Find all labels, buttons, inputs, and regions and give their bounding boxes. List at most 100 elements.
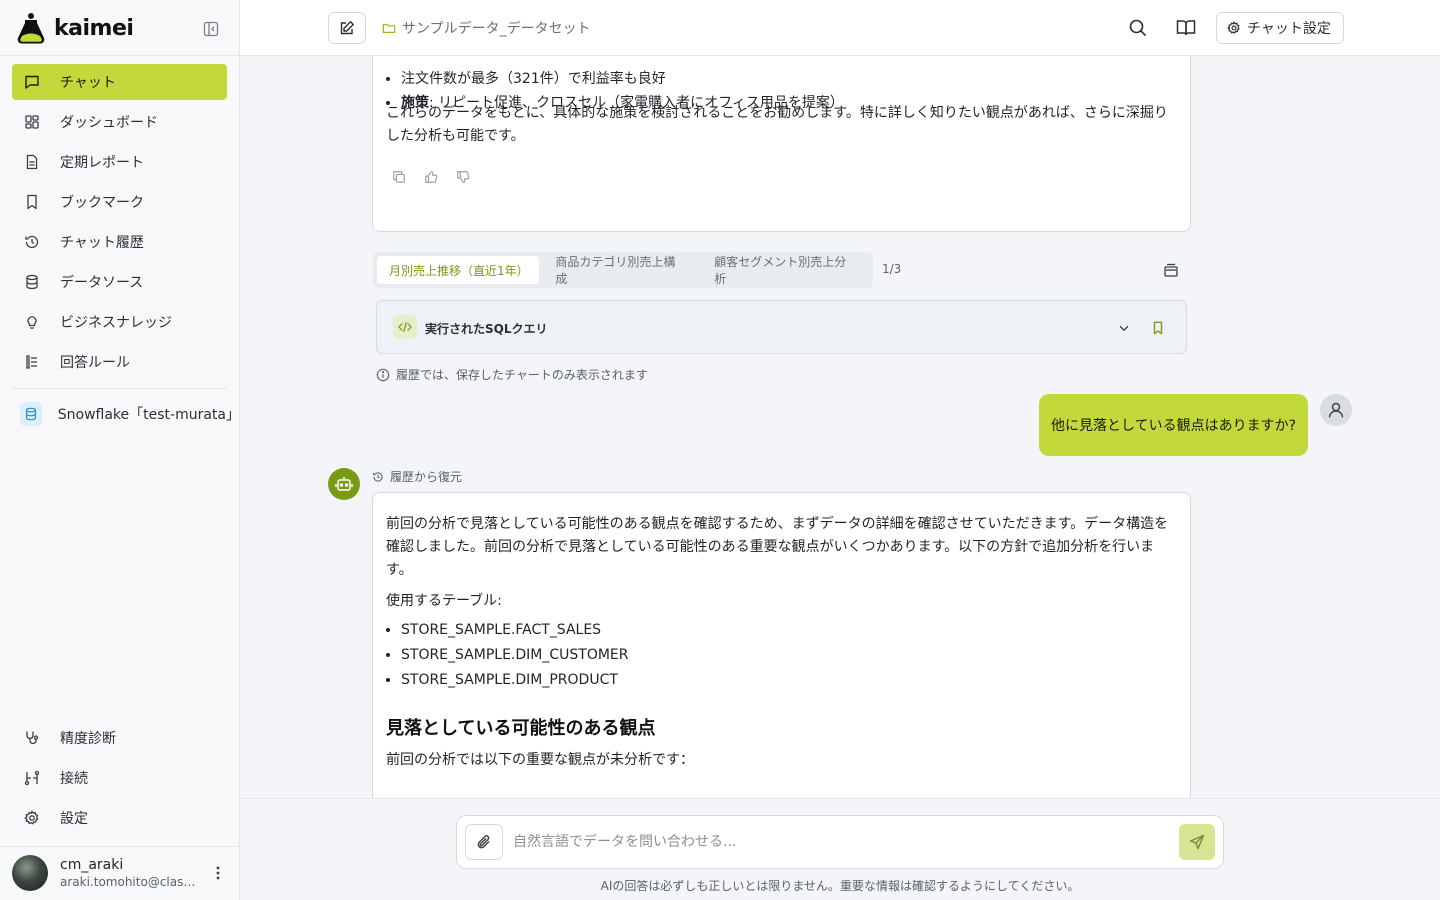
- user-message: 他に見落としている観点はありますか?: [1039, 394, 1308, 456]
- history-icon: [372, 471, 384, 483]
- thumbs-down-button[interactable]: [455, 169, 471, 185]
- sidebar-item-knowledge[interactable]: ビジネスナレッジ: [12, 304, 227, 340]
- restored-label: 履歴から復元: [372, 468, 462, 485]
- more-vertical-icon: [216, 866, 220, 880]
- tab-page-count: 1/3: [882, 262, 902, 276]
- sidebar-nav: チャット ダッシュボード 定期レポート ブックマーク チャット履歴 データソース…: [12, 64, 227, 384]
- new-chat-button[interactable]: [328, 12, 366, 44]
- user-menu-button[interactable]: [210, 863, 226, 883]
- snowflake-database-icon: [20, 402, 42, 426]
- sidebar-item-datasources[interactable]: データソース: [12, 264, 227, 300]
- chat-icon: [24, 74, 40, 90]
- bookmark-sql-button[interactable]: [1149, 319, 1167, 337]
- sql-panel-label: 実行されたSQLクエリ: [425, 322, 548, 336]
- chat-area[interactable]: 注文件数が最多（321件）で利益率も良好 施策: リピート促進、クロスセル（家電…: [240, 56, 1440, 798]
- database-icon: [24, 274, 40, 290]
- expand-sql-button[interactable]: [1115, 319, 1133, 337]
- sidebar-item-label: ビジネスナレッジ: [60, 315, 172, 331]
- sidebar-item-label: 定期レポート: [60, 155, 144, 171]
- user-profile[interactable]: cm_araki araki.tomohito@classmethod.jp: [12, 855, 232, 891]
- sidebar-item-dashboard[interactable]: ダッシュボード: [12, 104, 227, 140]
- sidebar-item-rules[interactable]: 回答ルール: [12, 344, 227, 380]
- sidebar: kaimei チャット ダッシュボード 定期レポート ブックマーク チャット履歴: [0, 0, 240, 900]
- paperclip-icon: [477, 835, 490, 849]
- table-list: STORE_SAMPLE.FACT_SALES STORE_SAMPLE.DIM…: [401, 618, 629, 693]
- sidebar-item-bookmarks[interactable]: ブックマーク: [12, 184, 227, 220]
- chevron-down-icon: [1119, 325, 1129, 332]
- bot-avatar-icon: [328, 468, 360, 500]
- sidebar-item-label: チャット: [60, 75, 116, 91]
- info-icon: [376, 368, 390, 382]
- sidebar-item-label: 精度診断: [60, 731, 116, 747]
- archive-icon: [1164, 263, 1178, 277]
- sidebar-item-label: ブックマーク: [60, 195, 144, 211]
- ai-disclaimer: AIの回答は必ずしも正しいとは限りません。重要な情報は確認するようにしてください…: [600, 879, 1080, 893]
- bookmark-icon: [1153, 321, 1163, 335]
- composer-area: AIの回答は必ずしも正しいとは限りません。重要な情報は確認するようにしてください…: [240, 798, 1440, 900]
- message-actions: [391, 169, 487, 185]
- datasource-snowflake[interactable]: Snowflake「test-murata」: [12, 396, 240, 432]
- history-icon: [24, 234, 40, 250]
- sidebar-item-label: ダッシュボード: [60, 115, 158, 131]
- chart-tabs: 月別売上推移（直近1年） 商品カテゴリ別売上構成 顧客セグメント別売上分析: [373, 252, 873, 288]
- gear-icon: [24, 810, 40, 826]
- user-email: araki.tomohito@classmethod.jp: [60, 875, 200, 889]
- chat-input[interactable]: [513, 828, 1163, 856]
- sidebar-item-label: チャット履歴: [60, 235, 144, 251]
- tab-category-sales[interactable]: 商品カテゴリ別売上構成: [543, 255, 698, 286]
- sidebar-item-history[interactable]: チャット履歴: [12, 224, 227, 260]
- sidebar-item-settings[interactable]: 設定: [12, 800, 227, 836]
- sidebar-item-label: 回答ルール: [60, 355, 130, 371]
- chat-settings-button[interactable]: チャット設定: [1216, 12, 1344, 44]
- history-note-text: 履歴では、保存したチャートのみ表示されます: [396, 368, 648, 382]
- restored-text: 履歴から復元: [390, 470, 463, 484]
- search-icon: [1129, 19, 1147, 37]
- avatar: [12, 855, 48, 891]
- sidebar-item-reports[interactable]: 定期レポート: [12, 144, 227, 180]
- thumbs-up-button[interactable]: [423, 169, 439, 185]
- message-heading: 見落としている可能性のある観点: [386, 718, 656, 739]
- message-paragraph: 使用するテーブル:: [386, 593, 502, 609]
- rules-icon: [24, 354, 40, 370]
- edit-icon: [340, 21, 354, 35]
- assistant-message-card: 注文件数が最多（321件）で利益率も良好 施策: リピート促進、クロスセル（家電…: [372, 56, 1191, 232]
- collapse-sidebar-button[interactable]: [200, 18, 222, 40]
- delete-chart-button[interactable]: [1162, 261, 1180, 279]
- list-item: STORE_SAMPLE.DIM_PRODUCT: [401, 668, 629, 693]
- gear-icon: [1227, 21, 1241, 35]
- sidebar-divider: [12, 388, 227, 389]
- sql-query-panel[interactable]: 実行されたSQLクエリ: [376, 300, 1187, 354]
- folder-icon: [382, 21, 396, 35]
- assistant-message-card: 前回の分析で見落としている可能性のある観点を確認するため、まずデータの詳細を確認…: [372, 492, 1191, 798]
- sidebar-item-chat[interactable]: チャット: [12, 64, 227, 100]
- tab-segment-sales[interactable]: 顧客セグメント別売上分析: [702, 255, 869, 286]
- copy-button[interactable]: [391, 169, 407, 185]
- list-item: 注文件数が最多（321件）で利益率も良好: [401, 67, 844, 91]
- sidebar-item-label: データソース: [60, 275, 144, 291]
- copy-icon: [393, 171, 405, 183]
- datasource-label: Snowflake「test-murata」: [57, 407, 240, 423]
- brand-name: kaimei: [54, 15, 134, 41]
- message-paragraph: これらのデータをもとに、具体的な施策を検討されることをお勧めします。特に詳しく知…: [386, 105, 1168, 144]
- search-button[interactable]: [1126, 16, 1150, 40]
- sidebar-collapse-icon: [203, 21, 219, 37]
- dashboard-icon: [24, 114, 40, 130]
- user-name: cm_araki: [60, 857, 124, 873]
- attach-button[interactable]: [465, 824, 503, 860]
- sidebar-divider-bottom: [0, 846, 240, 847]
- send-button[interactable]: [1179, 824, 1215, 860]
- sidebar-item-label: 設定: [60, 811, 88, 827]
- composer: [456, 815, 1224, 869]
- tab-monthly-sales[interactable]: 月別売上推移（直近1年）: [377, 256, 540, 284]
- sidebar-bottom-nav: 精度診断 接続 設定: [12, 720, 227, 840]
- bookmark-icon: [24, 194, 40, 210]
- sidebar-item-connections[interactable]: 接続: [12, 760, 227, 796]
- user-avatar-icon: [1320, 394, 1352, 426]
- list-item: STORE_SAMPLE.FACT_SALES: [401, 618, 629, 643]
- sidebar-item-diagnosis[interactable]: 精度診断: [12, 720, 227, 756]
- connection-icon: [24, 770, 40, 786]
- docs-button[interactable]: [1174, 16, 1198, 40]
- flask-logo-icon: [17, 13, 45, 44]
- dataset-selector[interactable]: サンプルデータ_データセット: [382, 18, 591, 38]
- brand-logo[interactable]: kaimei: [16, 10, 134, 46]
